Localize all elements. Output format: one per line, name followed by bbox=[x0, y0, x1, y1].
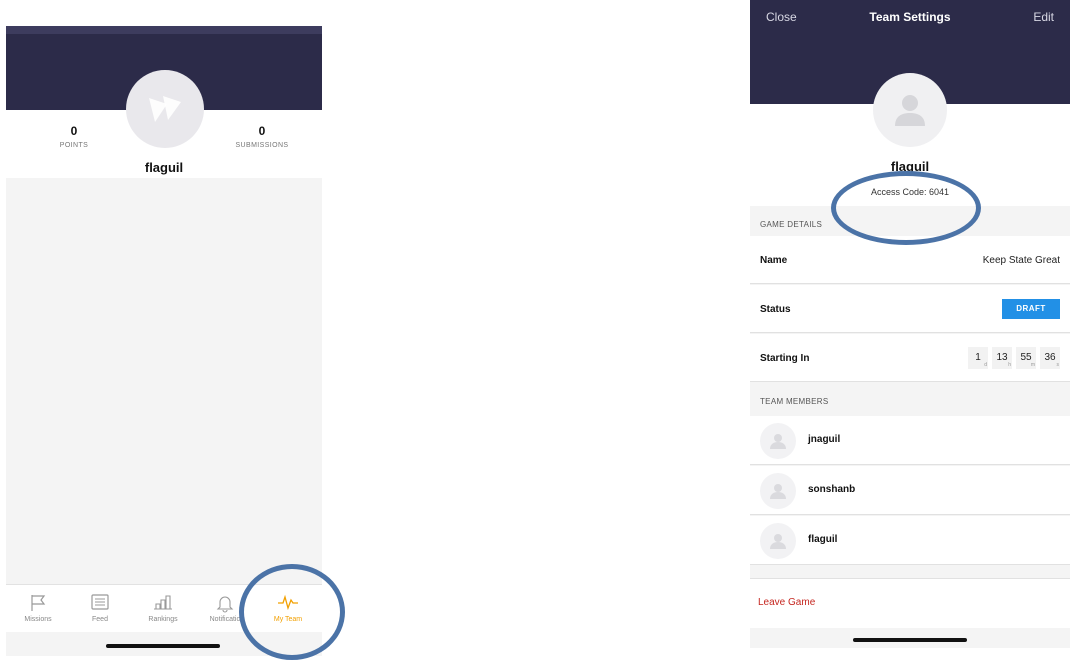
person-icon bbox=[770, 534, 786, 549]
tab-feed[interactable]: Feed bbox=[70, 585, 130, 633]
tab-rankings-label: Rankings bbox=[148, 616, 178, 623]
highlight-circle-access-code bbox=[831, 171, 981, 245]
flag-icon bbox=[8, 593, 68, 615]
countdown-seconds: 36 s bbox=[1040, 347, 1060, 369]
days-value: 1 bbox=[975, 352, 981, 363]
footprints-icon bbox=[149, 96, 181, 122]
countdown-days: 1 d bbox=[968, 347, 988, 369]
member-avatar bbox=[760, 423, 796, 459]
hours-unit: h bbox=[1008, 362, 1011, 368]
my-team-screen: 0 POINTS 0 SUBMISSIONS flaguil Missions … bbox=[6, 26, 322, 656]
team-members-header: TEAM MEMBERS bbox=[760, 397, 829, 406]
team-settings-screen: Close Team Settings Edit flaguil Access … bbox=[750, 0, 1070, 648]
countdown-timer: 1 d 13 h 55 m 36 s bbox=[968, 347, 1060, 369]
game-details-header: GAME DETAILS bbox=[760, 220, 823, 229]
seconds-unit: s bbox=[1056, 362, 1060, 368]
highlight-circle-my-team bbox=[239, 564, 345, 660]
points-stat: 0 POINTS bbox=[29, 124, 119, 149]
nav-bar: Close Team Settings Edit bbox=[750, 0, 1070, 34]
home-indicator[interactable] bbox=[853, 638, 967, 642]
status-badge: DRAFT bbox=[1002, 299, 1060, 319]
tab-missions-label: Missions bbox=[24, 616, 52, 623]
status-row: Status DRAFT bbox=[750, 285, 1070, 333]
person-icon bbox=[895, 95, 925, 126]
team-members-section: TEAM MEMBERS bbox=[750, 383, 1070, 413]
status-label: Status bbox=[760, 304, 791, 315]
member-avatar bbox=[760, 473, 796, 509]
team-avatar[interactable] bbox=[873, 73, 947, 147]
tab-missions[interactable]: Missions bbox=[8, 585, 68, 633]
person-icon bbox=[770, 484, 786, 499]
starting-in-label: Starting In bbox=[760, 353, 810, 364]
home-indicator[interactable] bbox=[106, 644, 220, 648]
hours-value: 13 bbox=[996, 352, 1008, 363]
member-name: sonshanb bbox=[808, 484, 856, 495]
leave-game-row[interactable]: Leave Game bbox=[750, 578, 1070, 628]
name-value: Keep State Great bbox=[982, 255, 1060, 266]
submissions-stat: 0 SUBMISSIONS bbox=[217, 124, 307, 149]
member-name: flaguil bbox=[808, 534, 838, 545]
member-row[interactable]: flaguil bbox=[750, 516, 1070, 565]
person-icon bbox=[770, 434, 786, 449]
page-title: Team Settings bbox=[869, 10, 951, 24]
tab-rankings[interactable]: Rankings bbox=[133, 585, 193, 633]
days-unit: d bbox=[984, 362, 987, 368]
name-label: Name bbox=[760, 255, 788, 266]
points-value: 0 bbox=[70, 124, 78, 138]
submissions-label: SUBMISSIONS bbox=[235, 142, 289, 149]
leave-game-button[interactable]: Leave Game bbox=[758, 597, 815, 608]
feed-icon bbox=[70, 593, 130, 615]
minutes-unit: m bbox=[1030, 362, 1035, 368]
member-row[interactable]: sonshanb bbox=[750, 466, 1070, 515]
countdown-hours: 13 h bbox=[992, 347, 1012, 369]
countdown-minutes: 55 m bbox=[1016, 347, 1036, 369]
tab-feed-label: Feed bbox=[92, 616, 108, 623]
member-name: jnaguil bbox=[808, 434, 841, 445]
rankings-icon bbox=[133, 593, 193, 615]
member-row[interactable]: jnaguil bbox=[750, 416, 1070, 465]
seconds-value: 36 bbox=[1044, 352, 1056, 363]
username: flaguil bbox=[144, 160, 184, 175]
starting-in-row: Starting In 1 d 13 h 55 m 36 s bbox=[750, 334, 1070, 382]
points-label: POINTS bbox=[59, 142, 89, 149]
submissions-value: 0 bbox=[258, 124, 266, 138]
edit-button[interactable]: Edit bbox=[1033, 10, 1054, 24]
banner-top-strip bbox=[6, 26, 322, 34]
team-avatar[interactable] bbox=[126, 70, 204, 148]
member-avatar bbox=[760, 523, 796, 559]
